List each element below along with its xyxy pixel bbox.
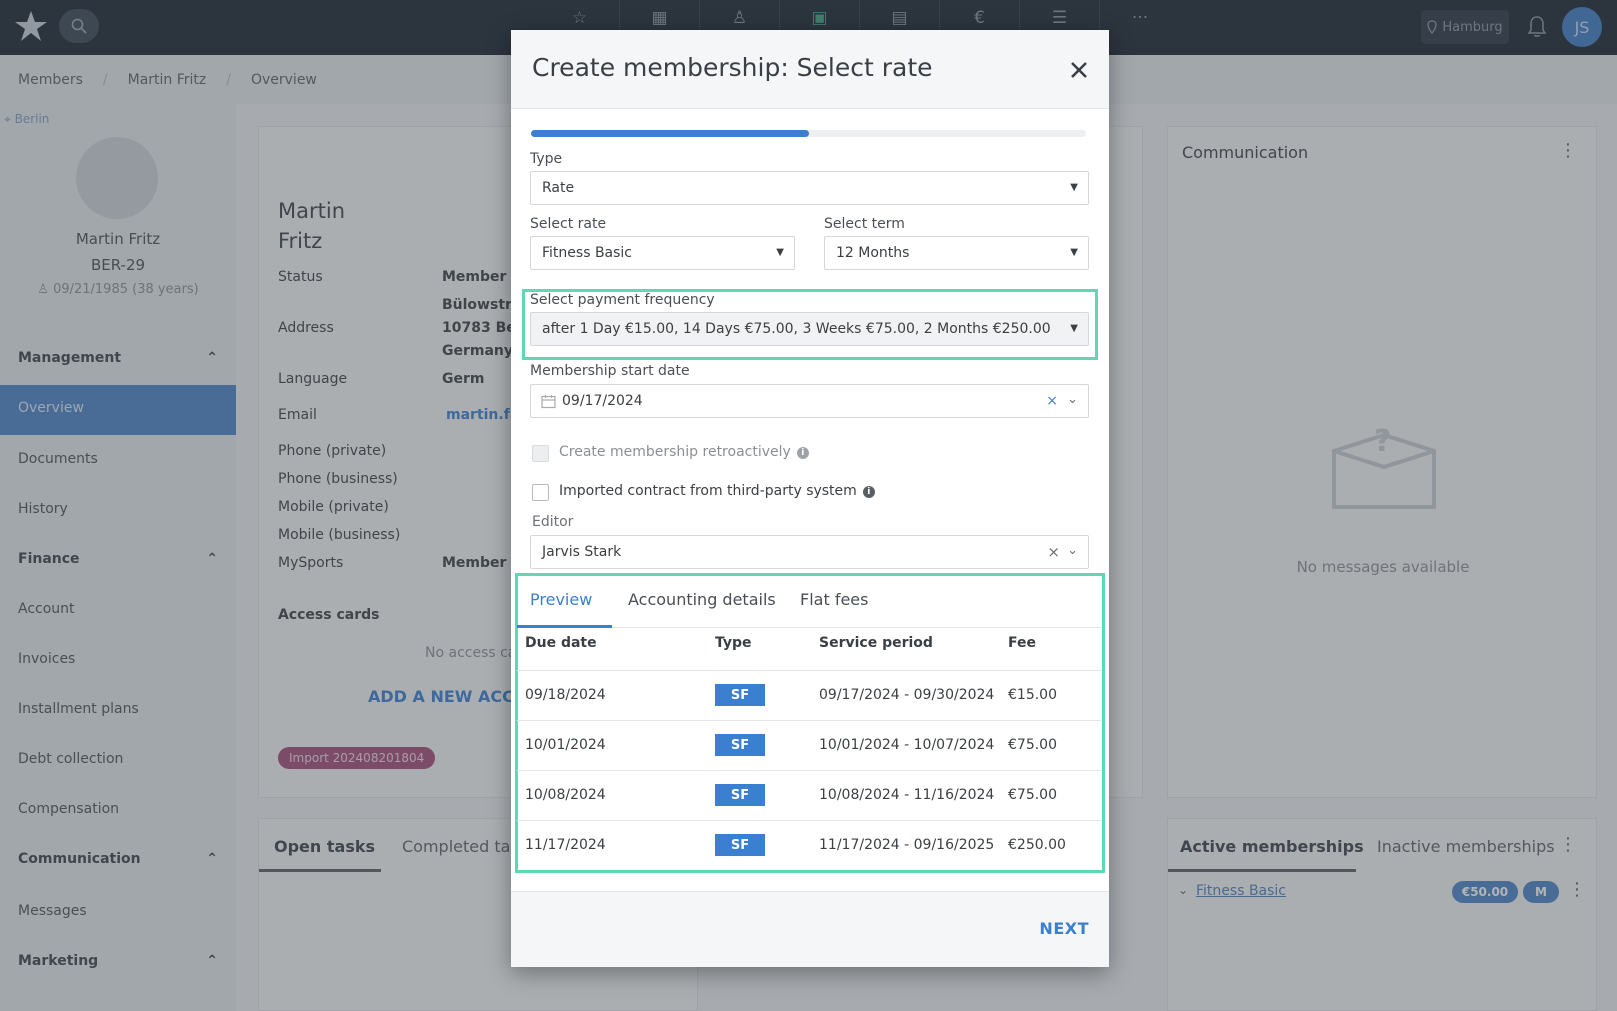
clear-icon[interactable]: × (1046, 393, 1058, 409)
type-value: Rate (542, 180, 575, 196)
editor-select[interactable]: Jarvis Stark × ⌄ (530, 535, 1089, 569)
tab-flat-fees[interactable]: Flat fees (800, 590, 868, 609)
table-row: 10/08/2024 SF 10/08/2024 - 11/16/2024 €7… (517, 770, 1101, 820)
payment-frequency-select[interactable]: after 1 Day €15.00, 14 Days €75.00, 3 We… (530, 312, 1089, 346)
dialog-header: Create membership: Select rate (511, 30, 1109, 109)
tab-accounting-details[interactable]: Accounting details (628, 590, 776, 609)
cell-service-period: 09/17/2024 - 09/30/2024 (819, 687, 995, 703)
tab-preview[interactable]: Preview (530, 590, 592, 609)
start-date-input[interactable]: 09/17/2024 × ⌄ (530, 384, 1089, 418)
type-label: Type (530, 151, 563, 167)
imported-contract-label: Imported contract from third-party syste… (559, 483, 875, 499)
cell-due-date: 10/08/2024 (525, 787, 606, 803)
info-icon[interactable]: i (862, 486, 875, 498)
next-button[interactable]: NEXT (1039, 919, 1089, 938)
rate-value: Fitness Basic (542, 245, 633, 261)
caret-down-icon: ▼ (1070, 247, 1078, 258)
cell-service-period: 11/17/2024 - 09/16/2025 (819, 837, 995, 853)
col-fee: Fee (1008, 635, 1036, 651)
payment-frequency-label: Select payment frequency (530, 292, 715, 308)
imported-contract-text: Imported contract from third-party syste… (559, 483, 857, 499)
retroactive-checkbox[interactable] (532, 445, 549, 462)
calendar-icon (541, 394, 556, 408)
retroactive-text: Create membership retroactively (559, 444, 791, 460)
term-select[interactable]: 12 Months ▼ (824, 236, 1089, 270)
cell-fee: €75.00 (1008, 787, 1057, 803)
preview-tabs: Preview Accounting details Flat fees (517, 578, 1101, 628)
chevron-down-icon[interactable]: ⌄ (1067, 392, 1078, 407)
clear-icon[interactable]: × (1047, 543, 1060, 561)
chevron-down-icon[interactable]: ⌄ (1067, 543, 1078, 558)
start-date-value: 09/17/2024 (562, 393, 643, 409)
col-type: Type (715, 635, 752, 651)
imported-contract-checkbox[interactable] (532, 484, 549, 501)
type-badge: SF (715, 784, 765, 806)
type-select[interactable]: Rate ▼ (530, 171, 1089, 205)
editor-value: Jarvis Stark (542, 544, 622, 560)
start-date-label: Membership start date (530, 363, 690, 379)
cell-service-period: 10/08/2024 - 11/16/2024 (819, 787, 995, 803)
type-badge: SF (715, 834, 765, 856)
close-icon[interactable] (1069, 60, 1089, 80)
cell-fee: €15.00 (1008, 687, 1057, 703)
term-label: Select term (824, 216, 905, 232)
caret-down-icon: ▼ (1070, 323, 1078, 334)
dialog-title: Create membership: Select rate (532, 53, 933, 82)
type-badge: SF (715, 684, 765, 706)
caret-down-icon: ▼ (1070, 182, 1078, 193)
table-row: 10/01/2024 SF 10/01/2024 - 10/07/2024 €7… (517, 720, 1101, 770)
caret-down-icon: ▼ (776, 247, 784, 258)
cell-service-period: 10/01/2024 - 10/07/2024 (819, 737, 995, 753)
cell-fee: €75.00 (1008, 737, 1057, 753)
rate-select[interactable]: Fitness Basic ▼ (530, 236, 795, 270)
wizard-progress (531, 130, 1086, 137)
cell-due-date: 11/17/2024 (525, 837, 606, 853)
table-row: 09/18/2024 SF 09/17/2024 - 09/30/2024 €1… (517, 670, 1101, 720)
info-icon[interactable]: i (796, 447, 809, 459)
rate-label: Select rate (530, 216, 607, 232)
retroactive-label: Create membership retroactively i (559, 444, 809, 460)
col-due-date: Due date (525, 635, 597, 651)
table-row: 11/17/2024 SF 11/17/2024 - 09/16/2025 €2… (517, 820, 1101, 870)
cell-fee: €250.00 (1008, 837, 1066, 853)
cell-due-date: 09/18/2024 (525, 687, 606, 703)
payment-frequency-value: after 1 Day €15.00, 14 Days €75.00, 3 We… (542, 321, 1051, 337)
create-membership-dialog: Create membership: Select rate Type Rate… (511, 30, 1109, 967)
term-value: 12 Months (836, 245, 910, 261)
tab-active-underline (517, 625, 612, 628)
cell-due-date: 10/01/2024 (525, 737, 606, 753)
col-service-period: Service period (819, 635, 933, 651)
dialog-footer: NEXT (511, 891, 1109, 967)
wizard-progress-fill (531, 130, 809, 137)
editor-label: Editor (532, 514, 574, 530)
type-badge: SF (715, 734, 765, 756)
